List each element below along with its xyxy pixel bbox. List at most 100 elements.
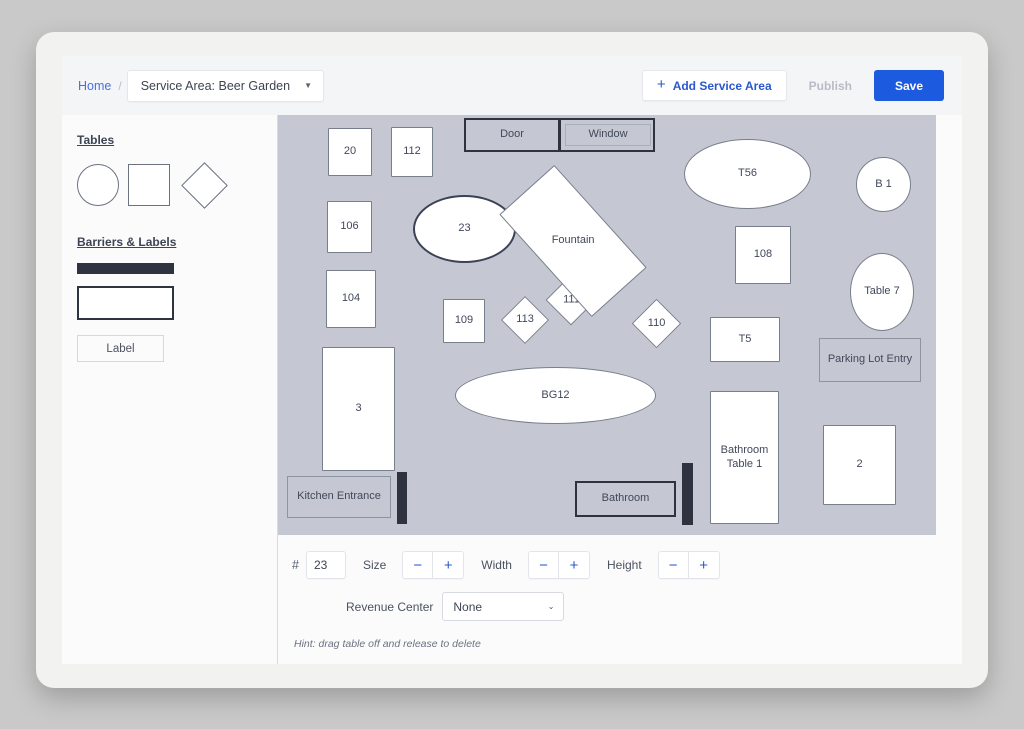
- breadcrumb-separator: /: [118, 78, 122, 93]
- floorplan-node-label: BG12: [541, 388, 570, 401]
- tool-circle-table[interactable]: [77, 164, 119, 206]
- table-number-value: 23: [313, 558, 328, 572]
- canvas-area: 20 112 106 23 111 104 109 113 Fountain 110 3 BG12 T5…: [278, 115, 962, 664]
- kitchen-entrance-label-text: Kitchen Entrance: [297, 490, 381, 503]
- header-actions: + Add Service Area Publish Save: [641, 70, 944, 101]
- plus-icon: +: [656, 76, 666, 93]
- body-area: Tables Barriers & Labels Label 20 112 10…: [62, 115, 962, 664]
- size-stepper: − +: [402, 551, 465, 579]
- window-label-inner: Window: [565, 124, 651, 146]
- tablet-frame: Home / Service Area: Beer Garden ▼ + Add…: [36, 32, 988, 688]
- parking-lot-entry-label[interactable]: Parking Lot Entry: [819, 338, 921, 382]
- publish-button[interactable]: Publish: [793, 70, 868, 101]
- tool-square-table[interactable]: [128, 164, 170, 206]
- tool-barrier-outline[interactable]: [77, 286, 174, 320]
- floorplan-node[interactable]: 106: [327, 201, 372, 253]
- tool-diamond-table[interactable]: [179, 161, 229, 209]
- floorplan-node-label: Fountain: [551, 234, 595, 247]
- height-label: Height: [606, 558, 642, 572]
- chevron-down-icon: ▼: [304, 81, 312, 90]
- size-label: Size: [362, 558, 387, 572]
- chevron-down-icon: ⌄: [547, 602, 555, 611]
- revenue-center-dropdown[interactable]: None ⌄: [442, 592, 565, 621]
- breadcrumb: Home /: [78, 79, 122, 93]
- width-increase-button[interactable]: +: [558, 551, 590, 579]
- floorplan-node-label: 112: [403, 145, 421, 158]
- breadcrumb-home-link[interactable]: Home: [78, 79, 111, 93]
- floorplan-node-label: 2: [856, 458, 863, 471]
- tool-label[interactable]: Label: [77, 335, 164, 362]
- service-area-dropdown[interactable]: Service Area: Beer Garden ▼: [126, 69, 324, 102]
- floorplan-node[interactable]: 2: [823, 425, 896, 505]
- barrier-vertical-kitchen[interactable]: [397, 472, 407, 524]
- floorplan-node-label: Bathroom Table 1: [720, 444, 769, 470]
- save-label: Save: [894, 78, 923, 93]
- floorplan-node[interactable]: 23: [413, 195, 516, 263]
- barriers-heading: Barriers & Labels: [77, 235, 177, 249]
- floorplan-node-label: Table 7: [864, 285, 900, 298]
- floorplan-canvas[interactable]: 20 112 106 23 111 104 109 113 Fountain 110 3 BG12 T5…: [278, 115, 936, 535]
- floorplan-node-label: 108: [753, 248, 773, 261]
- floorplan-node[interactable]: 108: [735, 226, 791, 284]
- size-decrease-button[interactable]: −: [402, 551, 434, 579]
- window-label[interactable]: Window: [559, 118, 655, 152]
- floorplan-node-label: T5: [738, 332, 752, 345]
- floorplan-node-label: 23: [458, 222, 471, 235]
- floorplan-node-label: 109: [454, 314, 474, 327]
- floorplan-node-label: B 1: [875, 177, 892, 190]
- floorplan-node[interactable]: Fountain: [499, 164, 647, 318]
- properties-row-dimensions: # 23 Size − + Width − + Height − +: [292, 551, 962, 579]
- door-label-text: Door: [500, 128, 524, 141]
- kitchen-entrance-label[interactable]: Kitchen Entrance: [287, 476, 391, 518]
- diamond-icon: [180, 161, 228, 209]
- publish-label: Publish: [808, 78, 852, 93]
- properties-row-revenue-center: Revenue Center None ⌄: [346, 592, 962, 621]
- barrier-vertical-bathroom[interactable]: [682, 463, 693, 525]
- tables-heading: Tables: [77, 133, 115, 147]
- bathroom-label-text: Bathroom: [601, 492, 650, 505]
- bathroom-label[interactable]: Bathroom: [575, 481, 676, 517]
- floorplan-node[interactable]: Bathroom Table 1: [710, 391, 779, 524]
- app-window: Home / Service Area: Beer Garden ▼ + Add…: [62, 56, 962, 664]
- floorplan-node-label: T56: [738, 167, 757, 180]
- width-label: Width: [481, 558, 512, 572]
- add-service-area-button[interactable]: + Add Service Area: [641, 70, 787, 101]
- floorplan-node[interactable]: T5: [710, 317, 780, 362]
- table-shape-palette: [77, 161, 277, 209]
- height-increase-button[interactable]: +: [688, 551, 720, 579]
- floorplan-node-label: 106: [340, 220, 359, 233]
- service-area-dropdown-value: Service Area: Beer Garden: [140, 78, 291, 93]
- tools-sidebar: Tables Barriers & Labels Label: [62, 115, 277, 664]
- add-service-area-label: Add Service Area: [672, 78, 772, 93]
- floorplan-node[interactable]: 112: [391, 127, 433, 177]
- floorplan-node[interactable]: 113: [500, 295, 550, 345]
- door-label[interactable]: Door: [464, 118, 560, 152]
- app-header: Home / Service Area: Beer Garden ▼ + Add…: [62, 56, 962, 115]
- parking-lot-entry-label-text: Parking Lot Entry: [827, 353, 913, 366]
- floorplan-node[interactable]: 20: [328, 128, 372, 176]
- floorplan-node-label: 113: [516, 313, 534, 326]
- floorplan-node[interactable]: 109: [443, 299, 485, 343]
- revenue-center-value: None: [453, 599, 483, 614]
- revenue-center-label: Revenue Center: [346, 599, 434, 614]
- table-number-input[interactable]: 23: [305, 551, 346, 579]
- floorplan-node[interactable]: B 1: [856, 157, 911, 212]
- tool-label-text: Label: [106, 342, 135, 355]
- floorplan-node[interactable]: 104: [326, 270, 376, 328]
- width-decrease-button[interactable]: −: [527, 551, 559, 579]
- hint-text: Hint: drag table off and release to dele…: [294, 638, 481, 650]
- floorplan-node-label: 104: [341, 292, 361, 305]
- floorplan-node[interactable]: 110: [631, 298, 682, 349]
- floorplan-node[interactable]: 3: [322, 347, 395, 471]
- save-button[interactable]: Save: [873, 70, 944, 101]
- size-increase-button[interactable]: +: [433, 551, 465, 579]
- table-number-hash-label: #: [292, 558, 299, 572]
- floorplan-node[interactable]: Table 7: [850, 253, 914, 331]
- floorplan-node[interactable]: T56: [684, 139, 811, 209]
- tool-barrier-solid[interactable]: [77, 263, 174, 274]
- width-stepper: − +: [527, 551, 590, 579]
- floorplan-node[interactable]: BG12: [455, 367, 656, 424]
- height-decrease-button[interactable]: −: [657, 551, 689, 579]
- floorplan-node-label: 3: [355, 402, 362, 415]
- properties-panel: # 23 Size − + Width − + Height − + Reven…: [278, 535, 962, 664]
